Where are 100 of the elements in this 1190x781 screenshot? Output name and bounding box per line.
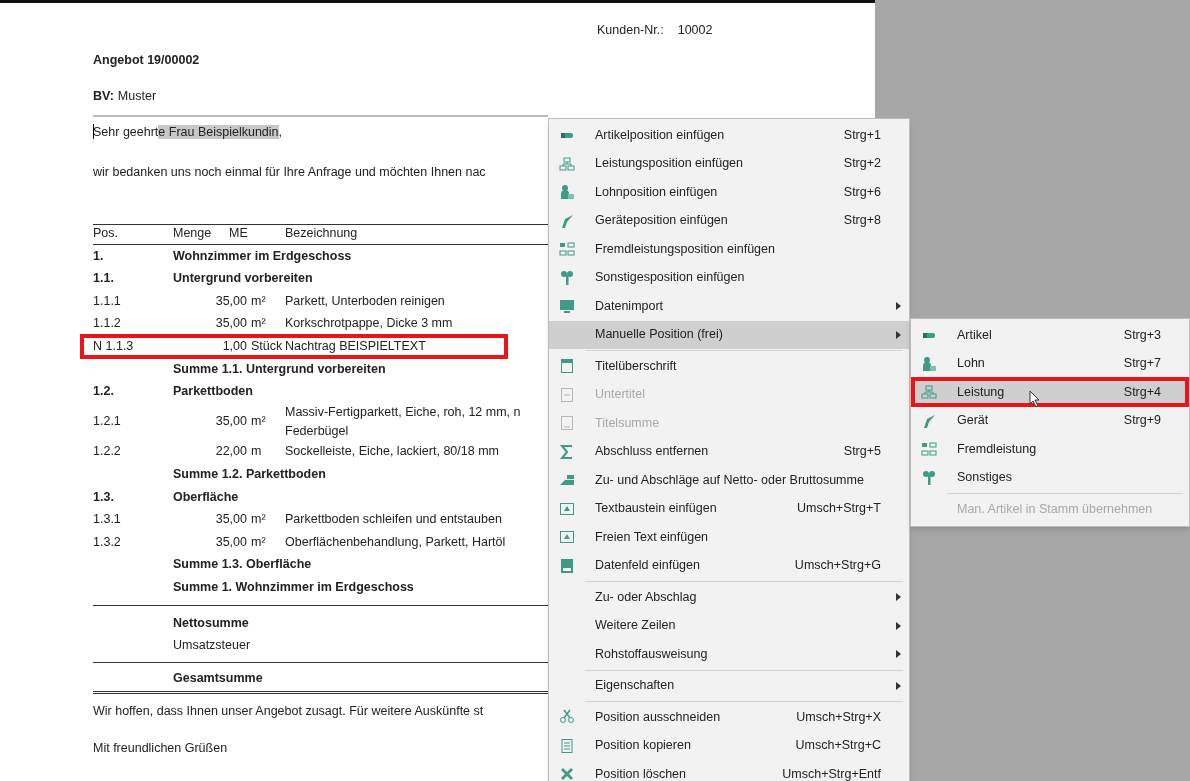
document-title: Angebot 19/00002 [93,52,201,69]
position-number: N 1.1.3 [93,338,135,356]
quantity-column-header: Menge [173,225,213,242]
shortcut-label: Strg+2 [843,155,881,173]
page-icon [559,358,575,375]
quantity-cell-text: 35,00 [214,511,247,529]
group-title: Oberfläche [173,488,239,506]
submenu-arrow-icon [896,621,901,630]
pos-column-header: Pos. [93,225,119,242]
menu-item[interactable]: Textbaustein einfügen Umsch+Strg+T [549,494,909,523]
menu-item[interactable]: Position kopieren Umsch+Strg+C [549,731,909,760]
menu-item[interactable]: Geräteposition einfügen Strg+8 [549,206,909,235]
quantity-cell-text: 35,00 [214,413,247,431]
menu-item[interactable]: Sonstigesposition einfügen [549,263,909,292]
subtotal-label: Summe 1.2. Parkettboden [173,465,326,483]
shortcut-label: Strg+1 [843,126,881,144]
menu-item[interactable]: Leistung Strg+4 [911,378,1189,407]
quantity-cell-text: 35,00 [214,533,247,551]
hierarchy-icon [559,155,575,172]
submenu-arrow-icon [896,650,901,659]
position-number: 1.1.1 [93,292,122,310]
menu-item[interactable]: Artikel Strg+3 [911,321,1189,350]
plant-icon [921,469,937,486]
cut-icon [559,709,575,726]
text-cursor [93,124,94,139]
intro-text: wir bedanken uns noch einmal für Ihre Anfrage und möchten Ihnen nac [93,164,487,181]
regards-text: Mit freundlichen Grüßen [93,740,229,758]
subtotal-label: Summe 1.1. Untergrund vorbereiten [173,360,386,378]
menu-item[interactable]: Abschluss entfernen Strg+5 [549,437,909,466]
menu-item[interactable]: Manuelle Position (frei) [549,320,909,349]
menu-item[interactable]: Position löschen Umsch+Strg+Entf [549,760,909,781]
shortcut-label: Strg+5 [843,443,881,461]
mouse-pointer-icon [1029,390,1041,408]
menu-item[interactable]: Weitere Zeilen [549,611,909,640]
group-title: Wohnzimmer im Erdgeschoss [173,247,352,265]
hierarchy-icon [921,384,937,401]
menu-item[interactable]: Lohn Strg+7 [911,349,1189,378]
monitor-icon [559,298,575,315]
menu-item[interactable]: Leistungsposition einfügen Strg+2 [549,149,909,178]
position-number: 1.3.2 [93,533,122,551]
plant-icon [559,269,575,286]
hierarchy-icon [559,241,575,258]
vat-label: Umsatzsteuer [173,636,252,654]
menu-item[interactable]: Titelüberschrift [549,352,909,381]
shortcut-label: Strg+3 [1123,326,1161,344]
position-number: 1.1. [93,270,115,288]
greeting-text: Sehr geehrte Frau Beispielkundin, [93,123,283,141]
delete-icon [559,766,575,781]
bv-value: Muster [117,88,157,105]
menu-item[interactable]: Fremdleistungsposition einfügen [549,235,909,264]
person-icon [559,184,575,201]
menu-item[interactable]: Freien Text einfügen [549,523,909,552]
net-total-label: Nettosumme [173,614,250,632]
menu-item[interactable]: Zu- oder Abschlag [549,583,909,612]
grand-total-label: Gesamtsumme [173,670,263,685]
menu-item[interactable]: Datenimport [549,292,909,321]
menu-item[interactable]: Artikelposition einfügen Strg+1 [549,121,909,150]
menu-item[interactable]: Datenfeld einfügen Umsch+Strg+G [549,551,909,580]
shortcut-label: Strg+4 [1123,383,1161,401]
menu-item[interactable]: Position ausschneiden Umsch+Strg+X [549,703,909,732]
subtotal-label: Summe 1. Wohnzimmer im Erdgeschoss [173,578,414,596]
menu-item[interactable]: Zu- und Abschläge auf Netto- oder Bruttosumme [549,466,909,495]
group-title: Untergrund vorbereiten [173,270,313,288]
menu-item[interactable]: Eigenschaften [549,671,909,700]
description-cell-text: Parkett, Unterboden reinigen [285,292,445,310]
description-cell-text: Parkettboden schleifen und entstauben [285,511,502,529]
shortcut-label: Umsch+Strg+G [794,557,881,575]
position-number: 1.1.2 [93,315,122,333]
unit-cell-text: Stück [250,338,284,356]
position-number: 1.3. [93,488,115,506]
sigma-icon [559,443,575,460]
position-number: 1. [93,247,105,265]
shortcut-label: Strg+9 [1123,412,1161,430]
closing-text: Wir hoffen, dass Ihnen unser Angebot zusagt. Für weitere Auskünfte st [93,703,485,721]
menu-item[interactable]: Fremdleistung [911,435,1189,464]
submenu-arrow-icon [896,593,901,602]
nozzle-icon [559,212,575,229]
copy-icon [559,737,575,754]
shortcut-label: Strg+8 [843,212,881,230]
shortcut-label: Umsch+Strg+C [795,737,881,755]
text-frame-icon [559,500,575,517]
submenu-arrow-icon [896,302,901,311]
unit-column-header: ME [228,225,249,242]
position-number: 1.3.1 [93,511,122,529]
description-cell-text: Nachtrag BEISPIELTEXT [285,338,426,356]
menu-item[interactable]: Gerät Strg+9 [911,406,1189,435]
shortcut-label: Umsch+Strg+X [796,708,881,726]
unit-cell-text: m² [250,511,267,529]
menu-item[interactable]: Rohstoffausweisung [549,640,909,669]
subtotal-label: Summe 1.3. Oberfläche [173,556,312,574]
shortcut-label: Umsch+Strg+Entf [782,765,881,781]
page-icon [559,415,575,432]
customer-number-label: Kunden-Nr.: [597,22,664,39]
menu-item[interactable]: Lohnposition einfügen Strg+6 [549,178,909,207]
bv-label: BV: [93,88,114,105]
position-number: 1.2.2 [93,443,122,461]
menu-item[interactable]: Sonstiges [911,463,1189,492]
shortcut-label: Umsch+Strg+T [796,500,881,518]
quantity-cell-text: 22,00 [214,443,247,461]
submenu-arrow-icon [896,330,901,339]
